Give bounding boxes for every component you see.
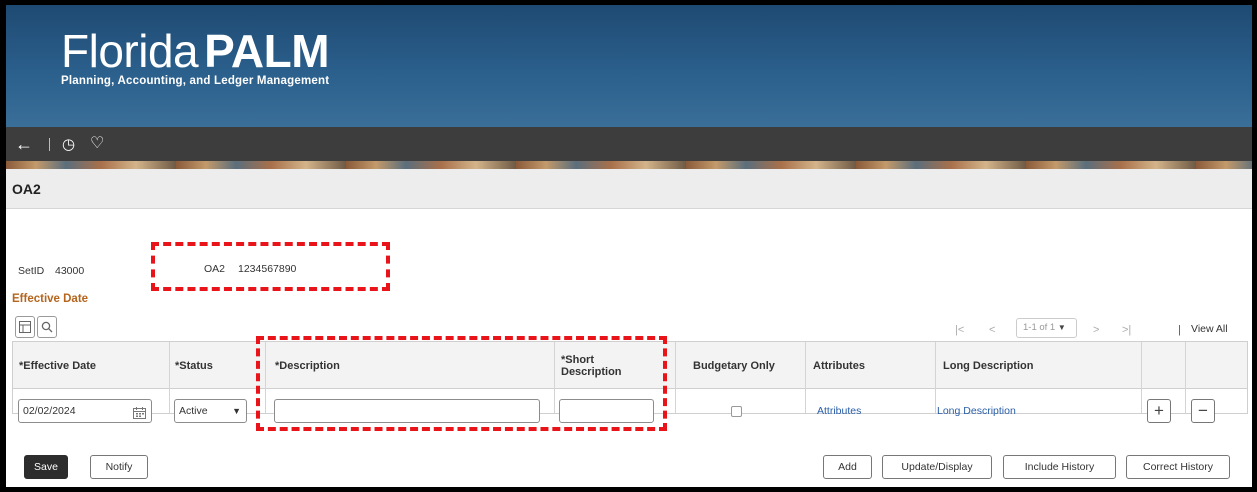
add-button[interactable]: Add [823,455,872,479]
pager-divider: | [1178,324,1181,336]
first-page-icon[interactable]: |< [955,324,964,336]
budgetary-only-checkbox[interactable] [731,406,742,417]
chevron-down-icon: ▼ [232,406,241,416]
row-range-value: 1-1 of 1 [1023,322,1056,333]
favorite-heart-icon[interactable]: ♡ [90,134,104,154]
long-description-link[interactable]: Long Description [937,405,1016,417]
find-search-icon[interactable] [37,316,57,338]
setid-value: 43000 [55,265,85,277]
include-history-button[interactable]: Include History [1003,455,1116,479]
col-header-attributes: Attributes [813,360,865,372]
view-all-link[interactable]: View All [1191,323,1228,335]
setid-label: SetID [18,265,45,277]
status-select[interactable]: Active ▼ [174,399,247,423]
history-clock-icon[interactable]: ◷ [62,135,75,155]
grid-col-divider [805,342,806,413]
page-title-bar: OA2 [6,169,1252,209]
col-header-status: *Status [175,360,213,372]
logo-brand-second: PALM [204,25,330,77]
effective-date-value: 02/02/2024 [23,405,76,417]
calendar-icon[interactable] [133,405,146,427]
grid-col-divider [1185,342,1186,413]
florida-palm-logo: Florida PALM Planning, Accounting, and Le… [61,25,330,87]
last-page-icon[interactable]: >| [1122,324,1131,336]
logo-brand-first: Florida [61,25,199,77]
col-header-long-description: Long Description [943,360,1034,372]
grid-col-divider [935,342,936,413]
page-title: OA2 [12,181,41,197]
effective-date-section-title: Effective Date [12,293,89,305]
logo-subtitle: Planning, Accounting, and Ledger Managem… [61,75,330,87]
notify-button[interactable]: Notify [90,455,148,479]
grid-col-divider [1141,342,1142,413]
add-row-button[interactable]: + [1147,399,1171,423]
personalize-grid-icon[interactable] [15,316,35,338]
next-page-icon[interactable]: > [1093,324,1099,336]
highlight-oa2-field [151,242,390,291]
highlight-description-columns [256,336,667,431]
attributes-link[interactable]: Attributes [817,405,861,417]
grid-col-divider [675,342,676,413]
nav-bar: ← ◷ ♡ [6,127,1252,161]
col-header-budgetary-only: Budgetary Only [693,360,775,372]
row-range-select[interactable]: 1-1 of 1 ▼ [1016,318,1077,338]
save-button[interactable]: Save [24,455,68,479]
grid-col-divider [169,342,170,413]
effective-date-input[interactable]: 02/02/2024 [18,399,152,423]
update-display-button[interactable]: Update/Display [882,455,992,479]
header-banner: Florida PALM Planning, Accounting, and Le… [6,5,1252,127]
correct-history-button[interactable]: Correct History [1126,455,1230,479]
previous-page-icon[interactable]: < [989,324,995,336]
status-value: Active [179,405,208,417]
back-arrow-icon[interactable]: ← [15,134,33,154]
delete-row-button[interactable]: − [1191,399,1215,423]
app-frame: Florida PALM Planning, Accounting, and Le… [6,5,1252,487]
decorative-mosaic-strip [6,161,1252,169]
col-header-effective-date: *Effective Date [19,360,97,372]
chevron-down-icon: ▼ [1057,323,1066,332]
nav-divider [49,138,50,151]
